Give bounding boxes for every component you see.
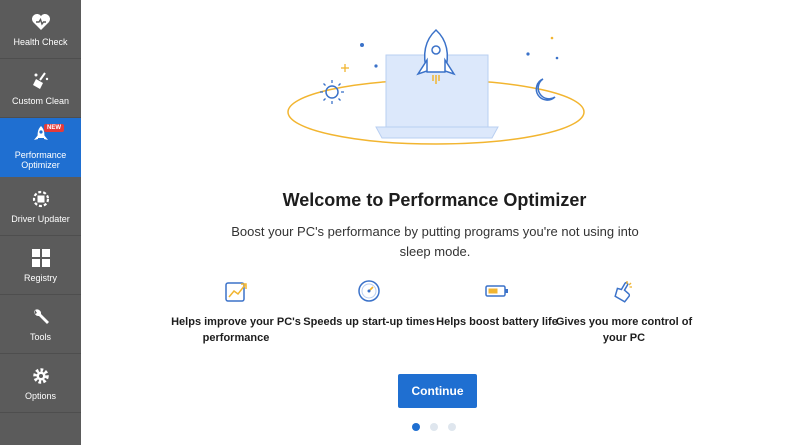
main-panel: Welcome to Performance Optimizer Boost y… [81,0,788,445]
sidebar-item-custom-clean[interactable]: Custom Clean [0,59,81,118]
sidebar-item-label: Performance Optimizer [14,150,67,170]
page-title: Welcome to Performance Optimizer [282,190,587,210]
pagination-dot[interactable] [412,423,420,431]
page-subtitle: Boost your PC's performance by putting p… [231,224,639,259]
feature-item: Gives you more control of your PC [554,278,694,346]
hand-click-icon [554,278,694,304]
sidebar-item-label: Custom Clean [11,96,70,106]
feature-item: Helps boost battery life [427,278,567,330]
app-window: Health Check Custom Clean NEW Performanc… [0,0,788,445]
chart-up-icon [166,278,306,304]
sidebar-item-label: Options [24,391,57,401]
feature-text: Helps improve your PC's performance [171,316,301,344]
chip-icon [30,188,52,210]
battery-icon [427,278,567,304]
heart-icon [30,11,52,33]
feature-item: Speeds up start-up times [299,278,439,330]
sidebar-item-performance-optimizer[interactable]: NEW Performance Optimizer [0,118,81,177]
pagination-dot[interactable] [448,423,456,431]
sidebar-item-label: Health Check [13,37,68,47]
feature-item: Helps improve your PC's performance [166,278,306,346]
rocket-laptop-illustration [287,28,585,145]
sidebar-item-tools[interactable]: Tools [0,295,81,354]
feature-text: Helps boost battery life [436,316,558,328]
wrench-icon [30,306,52,328]
feature-text: Speeds up start-up times [303,316,435,328]
speedometer-icon [299,278,439,304]
broom-icon [30,70,52,92]
sidebar-item-driver-updater[interactable]: Driver Updater [0,177,81,236]
features-row: Helps improve your PC's performance Spee… [171,278,721,358]
grid-icon [30,247,52,269]
sidebar-item-registry[interactable]: Registry [0,236,81,295]
continue-button[interactable]: Continue [398,374,477,408]
new-badge: NEW [44,124,64,132]
sidebar-item-label: Tools [29,332,51,342]
sidebar-item-label: Registry [23,273,57,283]
sidebar: Health Check Custom Clean NEW Performanc… [0,0,81,445]
sidebar-item-label: Driver Updater [11,214,70,224]
pagination-dots [412,423,456,431]
sidebar-item-options[interactable]: Options [0,354,81,413]
pagination-dot[interactable] [430,423,438,431]
sidebar-item-health-check[interactable]: Health Check [0,0,81,59]
gear-icon [30,365,52,387]
feature-text: Gives you more control of your PC [555,316,693,344]
